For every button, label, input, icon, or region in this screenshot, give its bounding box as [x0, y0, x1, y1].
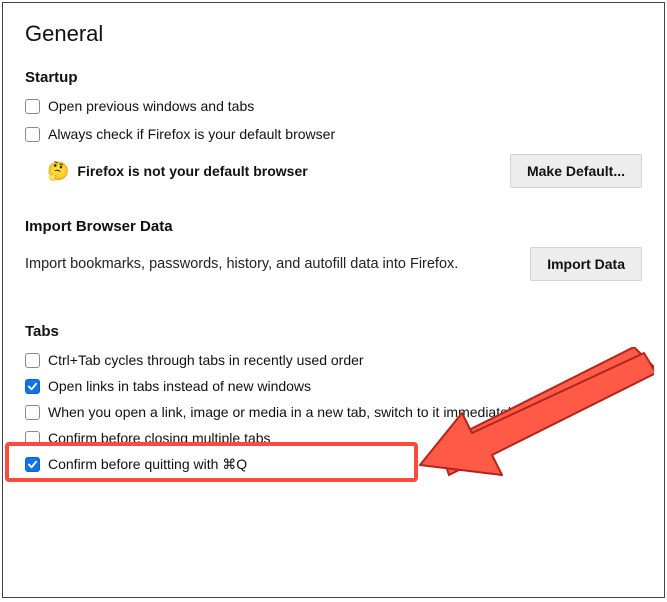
page-title: General — [25, 21, 642, 47]
checkbox-open-links[interactable] — [25, 379, 40, 394]
checkbox-row-switch-to[interactable]: When you open a link, image or media in … — [25, 404, 642, 420]
section-title-tabs: Tabs — [25, 323, 642, 340]
checkbox-label: Confirm before closing multiple tabs — [48, 430, 271, 446]
make-default-button[interactable]: Make Default... — [510, 154, 642, 188]
checkbox-row-always-check[interactable]: Always check if Firefox is your default … — [25, 126, 642, 142]
checkbox-confirm-close[interactable] — [25, 431, 40, 446]
import-row: Import bookmarks, passwords, history, an… — [25, 247, 642, 281]
checkbox-label: Open previous windows and tabs — [48, 98, 254, 114]
default-browser-row: 🤔 Firefox is not your default browser Ma… — [47, 154, 642, 188]
checkbox-ctrl-tab[interactable] — [25, 353, 40, 368]
checkbox-switch-to[interactable] — [25, 405, 40, 420]
checkbox-confirm-quit[interactable] — [25, 457, 40, 472]
checkbox-row-open-previous[interactable]: Open previous windows and tabs — [25, 98, 642, 114]
section-title-import: Import Browser Data — [25, 218, 642, 235]
checkbox-open-previous[interactable] — [25, 99, 40, 114]
checkbox-label: Ctrl+Tab cycles through tabs in recently… — [48, 352, 364, 368]
checkbox-label: Confirm before quitting with ⌘Q — [48, 456, 247, 473]
import-description: Import bookmarks, passwords, history, an… — [25, 256, 530, 272]
import-data-button[interactable]: Import Data — [530, 247, 642, 281]
general-settings-panel: General Startup Open previous windows an… — [2, 2, 665, 598]
checkbox-row-open-links[interactable]: Open links in tabs instead of new window… — [25, 378, 642, 394]
checkbox-row-ctrl-tab[interactable]: Ctrl+Tab cycles through tabs in recently… — [25, 352, 642, 368]
checkbox-row-confirm-close[interactable]: Confirm before closing multiple tabs — [25, 430, 642, 446]
checkbox-label: When you open a link, image or media in … — [48, 404, 518, 420]
checkbox-always-check[interactable] — [25, 127, 40, 142]
checkbox-label: Always check if Firefox is your default … — [48, 126, 335, 142]
checkbox-row-confirm-quit[interactable]: Confirm before quitting with ⌘Q — [25, 456, 642, 473]
thinking-face-icon: 🤔 — [47, 162, 69, 180]
section-title-startup: Startup — [25, 69, 642, 86]
checkbox-label: Open links in tabs instead of new window… — [48, 378, 311, 394]
not-default-text: Firefox is not your default browser — [77, 163, 307, 179]
